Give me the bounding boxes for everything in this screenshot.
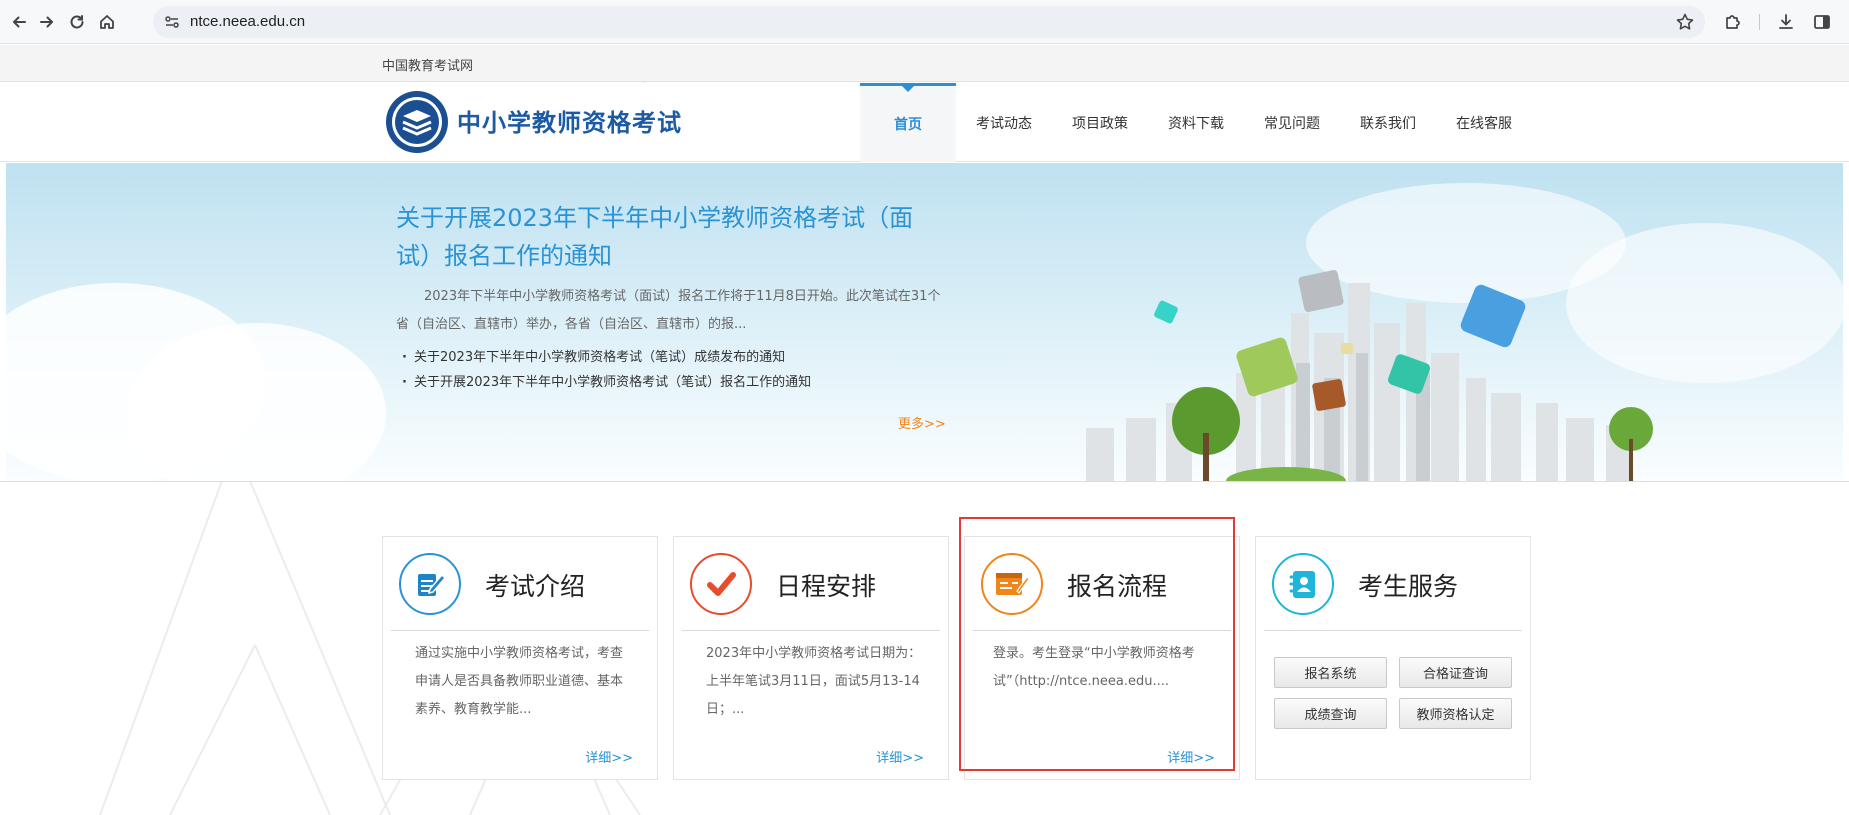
card-title[interactable]: 考试介绍 [485, 567, 585, 603]
download-icon [1779, 14, 1793, 29]
card-body: 通过实施中小学教师资格考试，考查申请人是否具备教师职业道德、基本素养、教育教学能… [415, 646, 624, 717]
headline-link[interactable]: 关于开展2023年下半年中小学教师资格考试（面试）报名工作的通知 [396, 199, 936, 275]
nav-item-online-service[interactable]: 在线客服 [1436, 83, 1532, 162]
card-candidate-services: 考生服务 报名系统 合格证查询 成绩查询 教师资格认定 [1255, 536, 1531, 780]
city-illustration-icon [1086, 269, 1653, 481]
site-title[interactable]: 中小学教师资格考试 [457, 103, 682, 138]
toolbar-divider [1759, 14, 1760, 30]
registration-system-button[interactable]: 报名系统 [1274, 657, 1387, 688]
side-panel-icon [1814, 15, 1830, 29]
news-link[interactable]: 关于2023年下半年中小学教师资格考试（笔试）成绩发布的通知 [402, 345, 811, 370]
hero-banner: 关于开展2023年下半年中小学教师资格考试（面试）报名工作的通知 2023年下半… [6, 163, 1843, 481]
nav-item-downloads[interactable]: 资料下载 [1148, 83, 1244, 162]
active-caret-icon [902, 86, 914, 92]
banner-divider [0, 481, 1849, 482]
headline-summary: 2023年下半年中小学教师资格考试（面试）报名工作将于11月8日开始。此次笔试在… [396, 289, 941, 332]
card-title[interactable]: 日程安排 [776, 567, 876, 603]
forward-arrow-icon [40, 16, 54, 28]
back-button[interactable] [5, 8, 33, 36]
nav-item-exam-news[interactable]: 考试动态 [956, 83, 1052, 162]
details-link[interactable]: 详细>> [876, 747, 924, 766]
nav-item-policy[interactable]: 项目政策 [1052, 83, 1148, 162]
address-bar[interactable]: ntce.neea.edu.cn [153, 6, 1705, 38]
url-text[interactable]: ntce.neea.edu.cn [190, 13, 305, 31]
more-news-link[interactable]: 更多>> [898, 413, 946, 432]
ntce-logo-icon[interactable] [385, 90, 449, 154]
nav-label: 首页 [894, 117, 922, 133]
nav-label: 考试动态 [976, 115, 1032, 132]
browser-toolbar: ntce.neea.edu.cn [0, 0, 1849, 44]
checkmark-icon [690, 553, 752, 615]
home-button[interactable] [93, 8, 121, 36]
highlight-box [959, 517, 1235, 771]
news-link[interactable]: 关于开展2023年下半年中小学教师资格考试（笔试）报名工作的通知 [402, 370, 811, 395]
card-body: 2023年中小学教师资格考试日期为：上半年笔试3月11日，面试5月13-14日；… [706, 646, 922, 717]
nav-item-home[interactable]: 首页 [860, 83, 956, 162]
details-link[interactable]: 详细>> [585, 747, 633, 766]
card-divider [391, 630, 649, 631]
side-panel-button[interactable] [1808, 8, 1836, 36]
nav-label: 常见问题 [1264, 115, 1320, 132]
address-book-icon [1272, 553, 1334, 615]
reload-button[interactable] [63, 8, 91, 36]
home-icon [100, 15, 114, 29]
site-topbar: 中国教育考试网 [0, 45, 1849, 82]
web-page: 中国教育考试网 中小学教师资格考试 首页 考试动态 项目政策 资料下载 常见问题… [0, 45, 1849, 815]
news-list: 关于2023年下半年中小学教师资格考试（笔试）成绩发布的通知 关于开展2023年… [402, 345, 811, 395]
forward-button[interactable] [33, 8, 61, 36]
puzzle-icon [1726, 15, 1740, 29]
teacher-qualification-button[interactable]: 教师资格认定 [1399, 698, 1512, 729]
site-info-icon[interactable] [163, 13, 181, 31]
card-divider [1264, 630, 1522, 631]
nav-label: 资料下载 [1168, 115, 1224, 132]
nav-label: 项目政策 [1072, 115, 1128, 132]
reload-icon [70, 15, 84, 29]
card-exam-intro: 考试介绍 通过实施中小学教师资格考试，考查申请人是否具备教师职业道德、基本素养、… [382, 536, 658, 780]
downloads-button[interactable] [1772, 8, 1800, 36]
card-divider [682, 630, 940, 631]
nav-label: 在线客服 [1456, 115, 1512, 132]
main-nav: 首页 考试动态 项目政策 资料下载 常见问题 联系我们 在线客服 [860, 83, 1532, 162]
nav-label: 联系我们 [1360, 115, 1416, 132]
card-title[interactable]: 考生服务 [1358, 567, 1458, 603]
bookmark-star-icon[interactable] [1675, 12, 1695, 32]
card-schedule: 日程安排 2023年中小学教师资格考试日期为：上半年笔试3月11日，面试5月13… [673, 536, 949, 780]
certificate-query-button[interactable]: 合格证查询 [1399, 657, 1512, 688]
score-query-button[interactable]: 成绩查询 [1274, 698, 1387, 729]
nav-item-faq[interactable]: 常见问题 [1244, 83, 1340, 162]
back-arrow-icon [12, 16, 26, 28]
pencil-document-icon [399, 553, 461, 615]
nav-item-contact[interactable]: 联系我们 [1340, 83, 1436, 162]
site-header: 中小学教师资格考试 首页 考试动态 项目政策 资料下载 常见问题 联系我们 在线… [0, 83, 1849, 162]
extensions-button[interactable] [1719, 8, 1747, 36]
neea-home-link[interactable]: 中国教育考试网 [382, 55, 473, 74]
